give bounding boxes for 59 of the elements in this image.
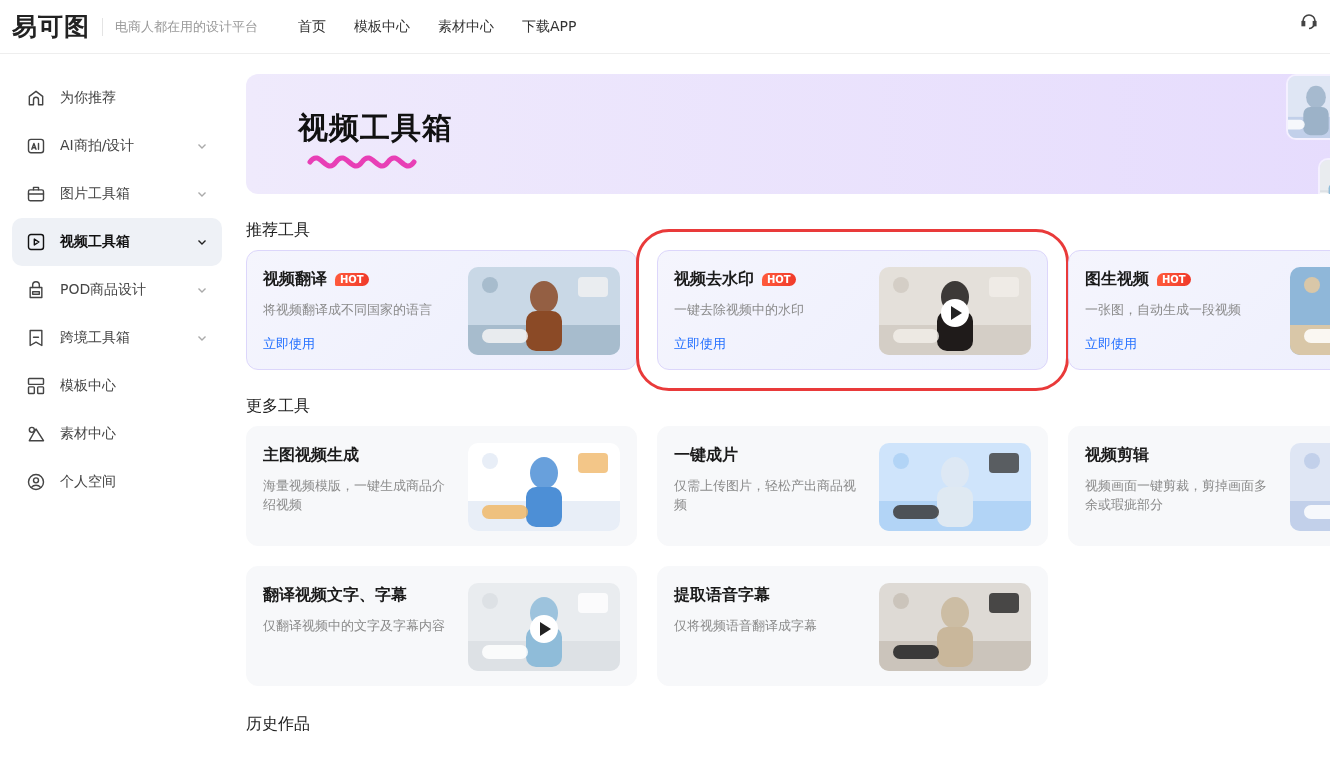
hot-badge: HOT [762,273,796,286]
card-title: 提取语音字幕 [674,585,770,606]
bookmark-icon [26,328,46,348]
slogan: 电商人都在用的设计平台 [115,17,258,36]
play-icon [26,232,46,252]
section-heading: 更多工具 [246,396,311,416]
card-description: 仅翻译视频中的文字及字幕内容 [263,617,446,635]
card-title: 翻译视频文字、字幕 [263,585,407,606]
tool-card[interactable]: 提取语音字幕 仅将视频语音翻译成字幕 [657,566,1048,686]
sidebar-item[interactable]: 跨境工具箱 [12,314,222,362]
card-title: 视频剪辑 [1085,445,1149,466]
hot-badge: HOT [335,273,369,286]
card-title: 视频去水印 [674,269,754,290]
tool-card[interactable]: 图生视频 HOT 一张图，自动生成一段视频 立即使用 [1068,250,1330,370]
banner-title: 视频工具箱 [298,110,453,146]
card-description: 一键去除视频中的水印 [674,301,805,319]
sidebar-item[interactable]: AI商拍/设计 [12,122,222,170]
card-description: 仅将视频语音翻译成字幕 [674,617,818,635]
section-heading: 历史作品 [246,714,311,734]
sidebar-item[interactable]: 为你推荐 [12,74,222,122]
bag-icon [26,280,46,300]
use-now-link[interactable]: 立即使用 [263,335,456,353]
hot-badge: HOT [1157,273,1191,286]
card-title: 视频翻译 [263,269,327,290]
nav-link[interactable]: 下载APP [522,17,577,36]
tool-card[interactable]: 翻译视频文字、字幕 仅翻译视频中的文字及字幕内容 [246,566,637,686]
card-description: 视频画面一键剪裁，剪掉画面多余或瑕疵部分 [1085,477,1268,514]
card-description: 将视频翻译成不同国家的语言 [263,301,433,319]
tool-card[interactable]: 视频翻译 HOT 将视频翻译成不同国家的语言 立即使用 [246,250,637,370]
shapes-icon [26,424,46,444]
nav-link[interactable]: 模板中心 [354,17,410,36]
card-description: 仅需上传图片，轻松产出商品视频 [674,477,857,514]
sidebar-item[interactable]: 图片工具箱 [12,170,222,218]
ai-icon [26,136,46,156]
logo[interactable]: 易可图 [12,10,90,43]
tool-card[interactable]: 视频剪辑 视频画面一键剪裁，剪掉画面多余或瑕疵部分 [1068,426,1330,546]
use-now-link[interactable]: 立即使用 [674,335,867,353]
tool-card[interactable]: 视频去水印 HOT 一键去除视频中的水印 立即使用 [657,250,1048,370]
sidebar-item[interactable]: POD商品设计 [12,266,222,314]
nav-link[interactable]: 素材中心 [438,17,494,36]
card-title: 主图视频生成 [263,445,359,466]
nav-link[interactable]: 首页 [298,17,326,36]
card-description: 海量视频模版，一键生成商品介绍视频 [263,477,446,514]
tool-card[interactable]: 主图视频生成 海量视频模版，一键生成商品介绍视频 [246,426,637,546]
toolbox-icon [26,184,46,204]
card-title: 图生视频 [1085,269,1149,290]
home-icon [26,88,46,108]
sidebar-item[interactable]: 个人空间 [12,458,222,506]
card-description: 一张图，自动生成一段视频 [1085,301,1242,319]
sidebar-item[interactable]: 模板中心 [12,362,222,410]
sidebar-item[interactable]: 视频工具箱 [12,218,222,266]
section-heading: 推荐工具 [246,220,311,240]
tool-card[interactable]: 一键成片 仅需上传图片，轻松产出商品视频 [657,426,1048,546]
card-title: 一键成片 [674,445,738,466]
user-icon [26,472,46,492]
use-now-link[interactable]: 立即使用 [1085,335,1278,353]
sidebar-item[interactable]: 素材中心 [12,410,222,458]
layout-icon [26,376,46,396]
headset-icon[interactable] [1300,12,1318,30]
